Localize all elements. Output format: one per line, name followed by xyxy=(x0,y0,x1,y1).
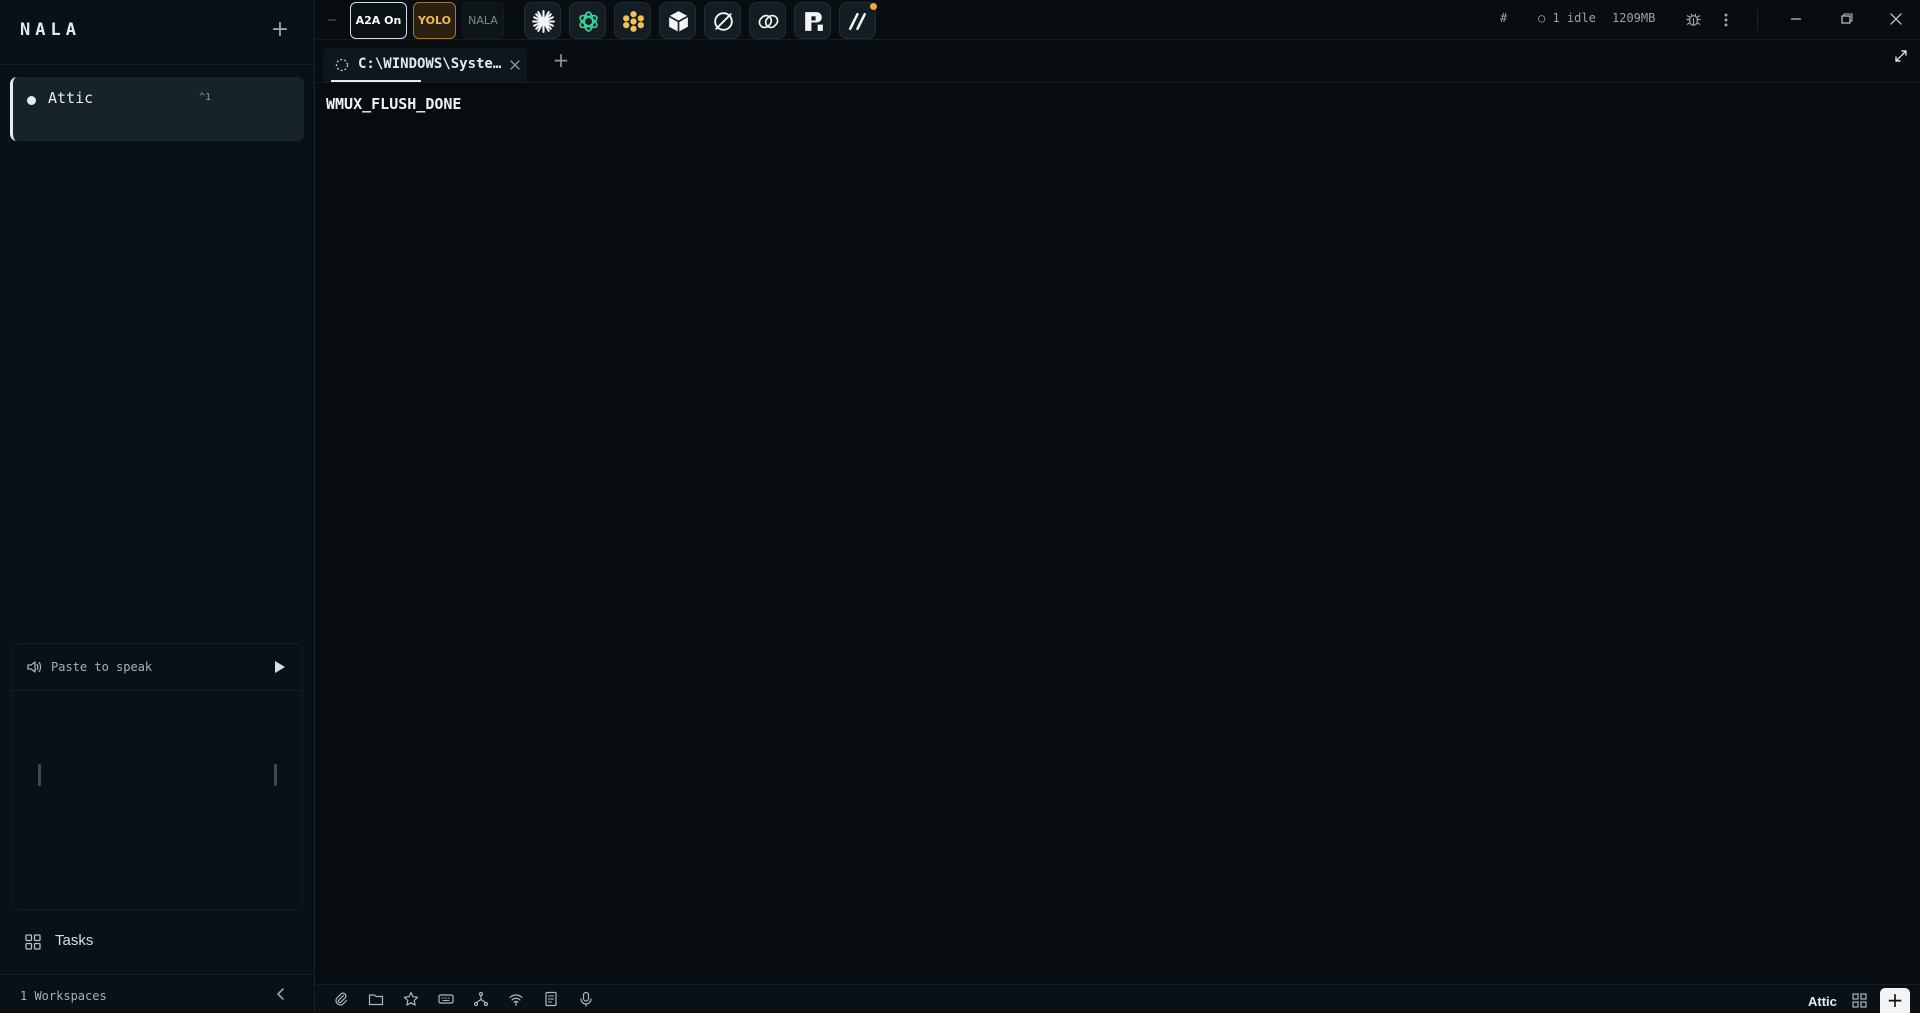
nala-toggle[interactable]: NALA xyxy=(462,2,504,39)
new-tab-button[interactable]: + xyxy=(551,50,571,70)
add-workspace-button[interactable]: + xyxy=(268,18,292,42)
workspace-status-dot xyxy=(27,96,36,105)
workspace-name: Attic xyxy=(48,89,94,107)
voice-panel-header: Paste to speak xyxy=(12,644,302,691)
bottom-toolbar: Attic + xyxy=(316,984,1920,1013)
slash-logo-icon xyxy=(848,12,866,31)
layout-grid-icon[interactable] xyxy=(1852,993,1867,1008)
agent-claude-button[interactable] xyxy=(524,2,561,39)
voice-panel: Paste to speak xyxy=(11,643,303,910)
paste-to-speak-label: Paste to speak xyxy=(51,660,153,674)
terminal-output: WMUX_FLUSH_DONE xyxy=(326,95,462,113)
speaker-icon xyxy=(27,661,42,673)
active-tab-indicator xyxy=(331,80,421,82)
openai-icon xyxy=(579,11,598,32)
top-toolbar: – A2A On YOLO NALA # ○ 1 idle 1209MB xyxy=(316,0,1920,40)
yolo-toggle[interactable]: YOLO xyxy=(413,2,456,39)
status-circle-icon: ○ xyxy=(1538,11,1546,25)
grid-icon xyxy=(25,934,41,950)
expand-icon[interactable] xyxy=(1894,49,1908,63)
mic-icon[interactable] xyxy=(578,991,594,1007)
paperclip-icon[interactable] xyxy=(333,991,349,1007)
workspace-item-attic[interactable]: Attic ^1 xyxy=(10,77,304,141)
agent-circle-slash-button[interactable] xyxy=(704,2,741,39)
workspace-count: 1 Workspaces xyxy=(20,989,107,1003)
tab-bar: C:\WINDOWS\System32\cmd.exe + xyxy=(316,41,1920,83)
fork-icon[interactable] xyxy=(473,991,489,1007)
toolbar-separator xyxy=(1757,10,1758,30)
agent-slash-button[interactable] xyxy=(839,2,877,39)
loading-spinner-icon xyxy=(335,58,349,72)
sidebar: NALA + Attic ^1 Paste to speak Tasks 1 W… xyxy=(0,0,315,1012)
cube-icon xyxy=(668,11,689,32)
terminal-pane[interactable]: WMUX_FLUSH_DONE xyxy=(316,84,1920,984)
voice-level-bar-left xyxy=(38,764,41,786)
notification-dot xyxy=(870,3,877,10)
wifi-icon[interactable] xyxy=(508,991,524,1007)
tab-cmd[interactable]: C:\WINDOWS\System32\cmd.exe xyxy=(323,48,527,82)
agent-openai-button[interactable] xyxy=(569,2,606,39)
keyboard-icon[interactable] xyxy=(438,991,454,1007)
agent-p-button[interactable] xyxy=(794,2,831,39)
current-workspace-label: Attic xyxy=(1808,994,1837,1009)
flower-icon xyxy=(623,11,644,32)
more-vertical-icon[interactable] xyxy=(1718,11,1734,29)
voice-level-bar-right xyxy=(274,764,277,786)
app-brand: NALA xyxy=(20,20,81,40)
sidebar-footer: 1 Workspaces xyxy=(0,974,315,1012)
agent-link-button[interactable] xyxy=(749,2,786,39)
hash-button[interactable]: # xyxy=(1500,11,1507,25)
agent-cube-button[interactable] xyxy=(659,2,696,39)
tasks-label: Tasks xyxy=(55,932,94,949)
claude-icon xyxy=(532,10,555,33)
workspace-shortcut: ^1 xyxy=(199,92,212,103)
notes-icon[interactable] xyxy=(543,991,559,1007)
close-tab-icon[interactable] xyxy=(509,59,521,71)
memory-usage: 1209MB xyxy=(1612,11,1656,25)
idle-status: ○ 1 idle xyxy=(1538,11,1596,25)
chevron-left-icon[interactable] xyxy=(272,985,290,1003)
add-pane-button[interactable]: + xyxy=(1880,988,1910,1013)
folder-icon[interactable] xyxy=(368,991,384,1007)
close-window-icon[interactable] xyxy=(1887,10,1905,28)
star-icon[interactable] xyxy=(403,991,419,1007)
link-knot-icon xyxy=(758,14,779,29)
circle-slash-icon xyxy=(714,12,733,31)
idle-status-text: 1 idle xyxy=(1552,11,1596,25)
a2a-toggle[interactable]: A2A On xyxy=(350,2,407,39)
tab-title: C:\WINDOWS\System32\cmd.exe xyxy=(358,56,503,72)
collapse-toolbar-button[interactable]: – xyxy=(328,10,340,30)
agent-flower-button[interactable] xyxy=(614,2,651,39)
restore-icon[interactable] xyxy=(1837,10,1855,28)
minimize-icon[interactable] xyxy=(1787,10,1805,28)
sidebar-header: NALA + xyxy=(0,0,315,65)
play-icon[interactable] xyxy=(270,658,288,676)
p-block-icon xyxy=(805,12,823,31)
bug-icon[interactable] xyxy=(1685,11,1702,28)
tasks-nav-item[interactable]: Tasks xyxy=(20,927,220,957)
